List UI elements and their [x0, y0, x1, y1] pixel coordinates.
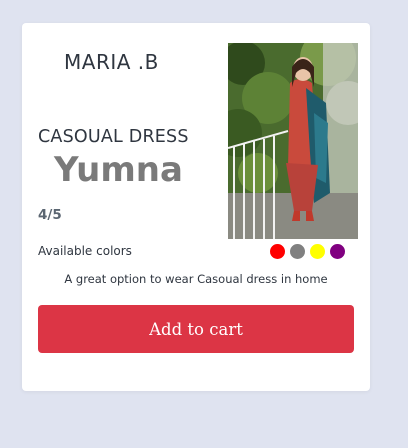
add-to-cart-button[interactable]: Add to cart	[38, 305, 354, 353]
color-swatch-gray[interactable]	[290, 244, 305, 259]
product-card: MARIA .B CASOUAL DRESS Yumna 4/5 Availab…	[22, 23, 370, 391]
color-swatch-purple[interactable]	[330, 244, 345, 259]
available-colors-label: Available colors	[38, 244, 132, 258]
product-category: CASOUAL DRESS	[38, 127, 189, 147]
product-image	[228, 43, 358, 239]
color-swatches	[270, 244, 345, 259]
product-rating: 4/5	[38, 207, 62, 223]
product-description: A great option to wear Casoual dress in …	[64, 272, 328, 286]
color-swatch-yellow[interactable]	[310, 244, 325, 259]
brand-name: MARIA .B	[64, 50, 159, 74]
product-name: Yumna	[54, 150, 183, 190]
color-swatch-red[interactable]	[270, 244, 285, 259]
